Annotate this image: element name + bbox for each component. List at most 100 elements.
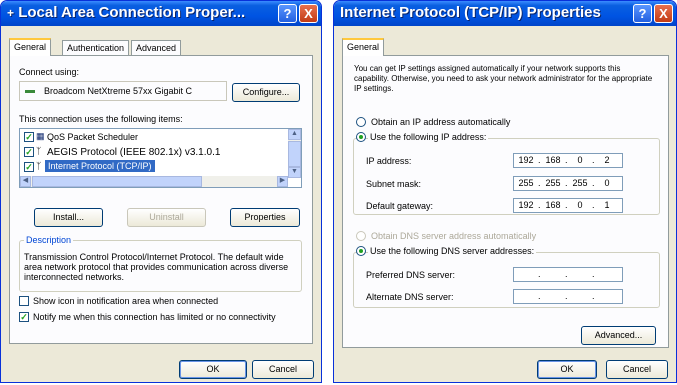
advanced-button[interactable]: Advanced... — [581, 326, 656, 345]
ip-octet: 255 — [572, 178, 588, 188]
gateway-label: Default gateway: — [366, 201, 434, 211]
help-button[interactable]: ? — [633, 4, 652, 23]
ip-octet: 0 — [577, 155, 583, 165]
uninstall-button[interactable]: Uninstall — [127, 208, 206, 227]
show-icon-label: Show icon in notification area when conn… — [33, 296, 219, 306]
ip-octet: 255 — [545, 178, 561, 188]
description-title: Description — [24, 235, 74, 245]
ip-dot: . — [565, 155, 568, 165]
qos-icon: ▦ — [36, 131, 45, 141]
install-button[interactable]: Install... — [34, 208, 103, 227]
ip-dot: . — [565, 200, 568, 210]
preferred-dns-label: Preferred DNS server: — [366, 270, 456, 280]
ip-dot: . — [592, 178, 595, 188]
cancel-button[interactable]: Cancel — [252, 360, 314, 379]
ip-octet: 1 — [604, 200, 610, 210]
subnet-mask-label: Subnet mask: — [366, 179, 422, 189]
connect-using-label: Connect using: — [19, 67, 80, 77]
local-area-connection-properties-window: + Local Area Connection Proper... ? X Ge… — [0, 0, 322, 383]
ip-dot: . — [565, 269, 568, 279]
properties-button[interactable]: Properties — [230, 208, 300, 227]
close-button[interactable]: X — [299, 4, 318, 23]
ok-button[interactable]: OK — [179, 360, 247, 379]
ip-octet: 168 — [545, 155, 561, 165]
ip-octet: 255 — [518, 178, 534, 188]
general-panel: Connect using: ▬ Broadcom NetXtreme 57xx… — [9, 55, 313, 344]
cancel-button[interactable]: Cancel — [606, 360, 668, 379]
subnet-mask-field[interactable]: 255. 255. 255. 0 — [513, 176, 623, 191]
general-panel: You can get IP settings assigned automat… — [342, 55, 669, 348]
description-group: Description Transmission Control Protoco… — [19, 235, 302, 292]
protocol-icon: ᛉ — [36, 146, 42, 156]
ip-address-label: IP address: — [366, 156, 412, 166]
scroll-left-icon[interactable]: ◀ — [20, 176, 31, 187]
network-adapter-icon: ▬ — [25, 85, 35, 96]
ip-dot: . — [538, 155, 541, 165]
intro-text: You can get IP settings assigned automat… — [354, 64, 653, 93]
use-dns-label: Use the following DNS server addresses: — [368, 246, 537, 256]
notify-label: Notify me when this connection has limit… — [33, 312, 276, 322]
ip-dot: . — [565, 291, 568, 301]
obtain-ip-radio[interactable] — [356, 117, 366, 127]
network-icon: + — [7, 6, 15, 20]
window-title: Internet Protocol (TCP/IP) Properties — [340, 4, 601, 21]
ip-dot: . — [592, 291, 595, 301]
scroll-up-icon[interactable]: ▲ — [288, 129, 301, 140]
alternate-dns-label: Alternate DNS server: — [366, 292, 454, 302]
window-title: + Local Area Connection Proper... — [7, 4, 246, 21]
obtain-dns-label: Obtain DNS server address automatically — [371, 231, 537, 241]
protocol-icon: ᛉ — [36, 161, 42, 171]
tab-general[interactable]: General — [9, 38, 52, 56]
show-icon-checkbox[interactable] — [19, 296, 29, 306]
obtain-dns-radio[interactable] — [356, 231, 366, 241]
alternate-dns-field[interactable]: ... — [513, 289, 623, 304]
adapter-name: Broadcom NetXtreme 57xx Gigabit C — [44, 86, 193, 96]
ip-octet: 192 — [518, 200, 534, 210]
item-checkbox[interactable]: ✓ — [24, 132, 34, 142]
ip-address-field[interactable]: 192. 168. 0. 2 — [513, 153, 623, 168]
use-ip-radio[interactable] — [356, 132, 366, 142]
tcpip-properties-window: Internet Protocol (TCP/IP) Properties ? … — [333, 0, 677, 383]
ip-dot: . — [538, 200, 541, 210]
ip-dot: . — [538, 269, 541, 279]
items-list[interactable]: ✓ ▦ QoS Packet Scheduler ✓ ᛉ AEGIS Proto… — [19, 128, 302, 188]
title-bar[interactable]: + Local Area Connection Proper... ? X — [1, 1, 321, 26]
preferred-dns-field[interactable]: ... — [513, 267, 623, 282]
ip-octet: 0 — [577, 200, 583, 210]
title-bar[interactable]: Internet Protocol (TCP/IP) Properties ? … — [334, 1, 676, 26]
help-button[interactable]: ? — [278, 4, 297, 23]
use-dns-radio[interactable] — [356, 246, 366, 256]
list-item-selected[interactable]: Internet Protocol (TCP/IP) — [45, 160, 155, 172]
items-label: This connection uses the following items… — [19, 114, 183, 124]
notify-checkbox[interactable]: ✓ — [19, 312, 29, 322]
ip-dot: . — [592, 200, 595, 210]
ok-button[interactable]: OK — [537, 360, 597, 379]
close-button[interactable]: X — [654, 4, 673, 23]
description-text: Transmission Control Protocol/Internet P… — [24, 252, 289, 282]
item-checkbox[interactable]: ✓ — [24, 147, 34, 157]
hscroll-thumb[interactable] — [32, 176, 202, 187]
use-ip-label: Use the following IP address: — [368, 132, 489, 142]
ip-dot: . — [565, 178, 568, 188]
scroll-down-icon[interactable]: ▼ — [288, 167, 301, 178]
ip-octet: 168 — [545, 200, 561, 210]
configure-button[interactable]: Configure... — [232, 83, 300, 102]
ip-dot: . — [538, 178, 541, 188]
vertical-scrollbar[interactable]: ▲ ▼ — [288, 129, 301, 178]
gateway-field[interactable]: 192. 168. 0. 1 — [513, 198, 623, 213]
tab-authentication[interactable]: Authentication — [62, 40, 130, 56]
ip-octet: 0 — [604, 178, 610, 188]
list-item[interactable]: QoS Packet Scheduler — [47, 132, 138, 142]
adapter-box: ▬ Broadcom NetXtreme 57xx Gigabit C — [19, 81, 227, 101]
tab-advanced[interactable]: Advanced — [131, 40, 182, 56]
ip-dot: . — [592, 269, 595, 279]
item-checkbox[interactable]: ✓ — [24, 162, 34, 172]
ip-octet: 192 — [518, 155, 534, 165]
scroll-thumb[interactable] — [288, 141, 301, 167]
ip-dot: . — [592, 155, 595, 165]
obtain-ip-label: Obtain an IP address automatically — [371, 117, 511, 127]
scroll-right-icon[interactable]: ▶ — [277, 176, 288, 187]
horizontal-scrollbar[interactable]: ◀ ▶ — [20, 176, 288, 187]
list-item[interactable]: AEGIS Protocol (IEEE 802.1x) v3.1.0.1 — [47, 147, 220, 158]
tab-general[interactable]: General — [342, 38, 385, 56]
